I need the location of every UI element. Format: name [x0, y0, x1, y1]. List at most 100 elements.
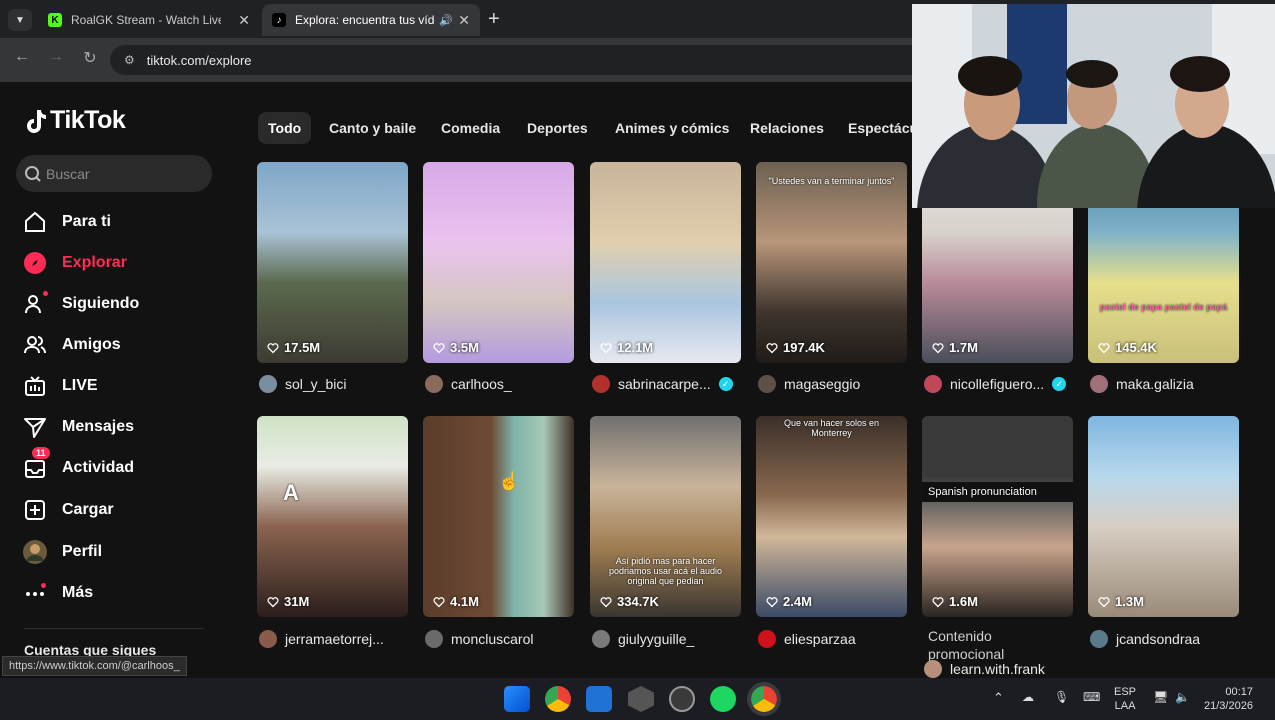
send-icon	[22, 414, 48, 440]
address-bar[interactable]: ⚙ tiktok.com/explore	[110, 45, 990, 75]
likes-count: 1.3M	[1098, 594, 1144, 609]
nav-label: Perfil	[62, 543, 103, 560]
avatar	[592, 630, 610, 648]
video-card[interactable]: Así pidió mas para hacer podriamos usar …	[590, 416, 741, 617]
video-card[interactable]: A 31M	[257, 416, 408, 617]
video-card[interactable]: 12.1M	[590, 162, 741, 363]
avatar-icon	[22, 539, 48, 565]
nav-live[interactable]: LIVE	[22, 371, 98, 401]
back-icon[interactable]: ←	[10, 48, 34, 66]
category-animes-y-comics[interactable]: Animes y cómics	[605, 112, 739, 144]
video-card[interactable]: 3.5M	[423, 162, 574, 363]
windows-start-icon[interactable]	[504, 686, 530, 712]
category-deportes[interactable]: Deportes	[517, 112, 598, 144]
nav-label: LIVE	[62, 377, 98, 394]
video-card[interactable]: 1.3M	[1088, 416, 1239, 617]
video-author[interactable]: sol_y_bici	[259, 375, 346, 393]
close-tab-icon[interactable]: ✕	[238, 12, 250, 29]
nav-label: Siguiendo	[62, 295, 140, 312]
plus-square-icon	[22, 497, 48, 523]
heart-icon	[600, 596, 612, 607]
video-card[interactable]: 4.1M	[423, 416, 574, 617]
nav-label: Para ti	[62, 213, 111, 230]
app-hexagon-icon[interactable]	[628, 686, 654, 712]
category-comedia[interactable]: Comedia	[431, 112, 510, 144]
forward-icon[interactable]: →	[44, 48, 68, 66]
category-todo[interactable]: Todo	[258, 112, 312, 144]
video-author[interactable]: learn.with.frank	[924, 660, 1045, 678]
home-icon	[22, 209, 48, 235]
chrome-active-icon[interactable]	[747, 682, 781, 716]
video-author[interactable]: jcandsondraa	[1090, 630, 1200, 648]
video-caption: Así pidió mas para hacer podriamos usar …	[608, 556, 723, 586]
webcam-overlay	[912, 4, 1275, 208]
speaker-icon[interactable]: 🔊	[439, 14, 453, 27]
keyboard-icon[interactable]: ⌨	[1083, 690, 1100, 704]
video-author[interactable]: carlhoos_	[425, 375, 512, 393]
video-author[interactable]: nicollefiguero... ✓	[924, 375, 1067, 393]
site-info-icon[interactable]: ⚙	[124, 53, 135, 67]
url-text: tiktok.com/explore	[146, 52, 252, 68]
nav-amigos[interactable]: Amigos	[22, 330, 121, 360]
search-input[interactable]: Buscar	[16, 155, 212, 192]
close-tab-icon[interactable]: ✕	[458, 12, 470, 29]
heart-icon	[267, 596, 279, 607]
sidebar-divider	[24, 628, 204, 629]
tab-search-button[interactable]: ▼	[8, 9, 32, 31]
avatar	[425, 375, 443, 393]
volume-icon[interactable]: 🔈	[1175, 690, 1190, 704]
video-author[interactable]: jerramaetorrej...	[259, 630, 384, 648]
video-author[interactable]: eliesparzaa	[758, 630, 856, 648]
spotify-icon[interactable]	[710, 686, 736, 712]
nav-label: Actividad	[62, 459, 135, 476]
video-card[interactable]: Que van hacer solos en Monterrey 2.4M	[756, 416, 907, 617]
nav-perfil[interactable]: Perfil	[22, 537, 102, 567]
video-card[interactable]: 17.5M	[257, 162, 408, 363]
tray-chevron-icon[interactable]: ⌃	[993, 690, 1004, 706]
logo-text: TikTok	[50, 106, 126, 134]
video-card[interactable]: Spanish pronunciation 1.6M	[922, 416, 1073, 617]
likes-count: 12.1M	[600, 340, 653, 355]
video-card[interactable]: "Ustedes van a terminar juntos" 197.4K	[756, 162, 907, 363]
nav-siguiendo[interactable]: Siguiendo	[22, 289, 139, 319]
tiktok-logo[interactable]: TikTok	[24, 106, 126, 135]
heart-icon	[766, 596, 778, 607]
video-author[interactable]: moncluscarol	[425, 630, 533, 648]
browser-tab-tiktok[interactable]: ♪ Explora: encuentra tus vídeo 🔊 ✕	[262, 4, 480, 36]
likes-count: 1.7M	[932, 340, 978, 355]
video-author[interactable]: giulyyguille_	[592, 630, 694, 648]
inbox-icon: 11	[22, 447, 50, 481]
new-tab-button[interactable]: +	[488, 8, 500, 31]
clock[interactable]: 00:17 21/3/2026	[1204, 685, 1253, 713]
category-relaciones[interactable]: Relaciones	[740, 112, 834, 144]
nav-explorar[interactable]: Explorar	[22, 248, 127, 278]
video-author[interactable]: maka.galizia	[1090, 375, 1194, 393]
video-caption: Que van hacer solos en Monterrey	[783, 418, 880, 438]
nav-mensajes[interactable]: Mensajes	[22, 412, 134, 442]
nav-actividad[interactable]: 11 Actividad	[22, 447, 135, 483]
heart-icon	[766, 342, 778, 353]
video-author[interactable]: magaseggio	[758, 375, 860, 393]
store-icon[interactable]	[586, 686, 612, 712]
language-indicator[interactable]: ESP LAA	[1114, 685, 1136, 713]
windows-taskbar: ⌃ ☁ 🎙 ⌨ ESP LAA 🖥 🔈 00:17 21/3/2026	[0, 678, 1275, 720]
nav-para-ti[interactable]: Para ti	[22, 207, 111, 237]
avatar	[758, 375, 776, 393]
chrome-icon[interactable]	[545, 686, 571, 712]
cloud-icon[interactable]: ☁	[1022, 690, 1034, 704]
network-icon[interactable]: 🖥	[1153, 690, 1168, 704]
browser-tab-kick[interactable]: K RoalGK Stream - Watch Live on ✕	[38, 4, 260, 36]
reload-icon[interactable]: ↻	[78, 48, 102, 68]
video-caption: A	[283, 480, 299, 505]
live-icon	[22, 373, 48, 399]
category-canto-y-baile[interactable]: Canto y baile	[319, 112, 426, 144]
nav-cargar[interactable]: Cargar	[22, 495, 114, 525]
avatar	[259, 630, 277, 648]
heart-icon	[433, 596, 445, 607]
video-author[interactable]: sabrinacarpe... ✓	[592, 375, 733, 393]
nav-mas[interactable]: Más	[22, 578, 93, 608]
heart-icon	[267, 342, 279, 353]
obs-icon[interactable]	[669, 686, 695, 712]
avatar	[259, 375, 277, 393]
microphone-icon[interactable]: 🎙	[1054, 690, 1069, 704]
